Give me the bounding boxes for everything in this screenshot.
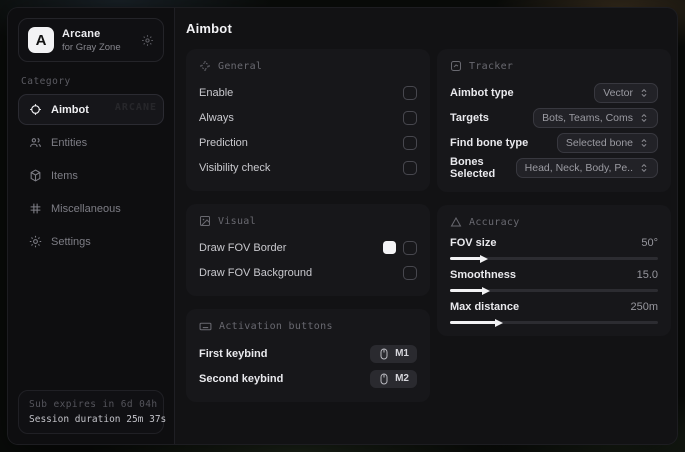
sub-expires-text: Sub expires in 6d 04h bbox=[29, 399, 158, 410]
visibility-check-checkbox[interactable] bbox=[403, 160, 417, 175]
gear-icon[interactable] bbox=[141, 34, 154, 47]
app-logo: A bbox=[28, 27, 54, 53]
image-icon bbox=[199, 215, 211, 227]
slider-thumb[interactable] bbox=[482, 286, 491, 295]
panel-visual: Visual Draw FOV Border Draw FOV Backgrou… bbox=[186, 204, 430, 296]
sidebar-item-entities[interactable]: Entities bbox=[18, 127, 164, 158]
enable-checkbox[interactable] bbox=[403, 85, 417, 100]
chevron-updown-icon bbox=[639, 88, 649, 98]
panel-title: Activation buttons bbox=[219, 321, 333, 332]
bones-selected-dropdown[interactable]: Head, Neck, Body, Pe.. bbox=[515, 158, 658, 178]
setting-row-enable: Enable bbox=[199, 81, 417, 104]
sidebar-item-label: Miscellaneous bbox=[51, 202, 121, 215]
setting-row-second-keybind: Second keybind M2 bbox=[199, 367, 417, 390]
subscription-card: Sub expires in 6d 04h Session duration 2… bbox=[18, 390, 167, 434]
app-window: A Arcane for Gray Zone Category Aimbot A… bbox=[8, 8, 677, 444]
target-icon bbox=[450, 60, 462, 72]
sidebar-item-label: Settings bbox=[51, 235, 91, 248]
brand-card: A Arcane for Gray Zone bbox=[18, 18, 164, 62]
setting-row-always: Always bbox=[199, 106, 417, 129]
max-distance-value: 250m bbox=[630, 301, 658, 313]
panel-title: Tracker bbox=[469, 60, 514, 72]
triangle-icon bbox=[450, 216, 462, 228]
slider-thumb[interactable] bbox=[480, 254, 489, 263]
sidebar-item-label: Aimbot bbox=[51, 103, 89, 116]
max-distance-slider[interactable] bbox=[450, 318, 658, 327]
panel-tracker: Tracker Aimbot type Vector Targets Bots,… bbox=[437, 49, 671, 192]
slider-fov-size: FOV size 50° bbox=[450, 237, 658, 263]
keyboard-icon bbox=[199, 320, 212, 333]
first-keybind-button[interactable]: M1 bbox=[370, 344, 417, 363]
slider-smoothness: Smoothness 15.0 bbox=[450, 269, 658, 295]
prediction-checkbox[interactable] bbox=[403, 135, 417, 150]
find-bone-type-dropdown[interactable]: Selected bone bbox=[556, 132, 658, 153]
slider-max-distance: Max distance 250m bbox=[450, 301, 658, 327]
mouse-icon bbox=[378, 373, 390, 385]
items-icon bbox=[28, 169, 42, 182]
fov-border-color-swatch[interactable] bbox=[383, 241, 396, 254]
fov-background-checkbox[interactable] bbox=[403, 265, 417, 280]
setting-row-find-bone-type: Find bone type Selected bone bbox=[450, 131, 658, 154]
fov-border-checkbox[interactable] bbox=[403, 240, 417, 255]
fov-size-value: 50° bbox=[641, 237, 658, 249]
sidebar-item-items[interactable]: Items bbox=[18, 160, 164, 191]
aimbot-type-dropdown[interactable]: Vector bbox=[594, 82, 658, 103]
app-name: Arcane bbox=[62, 27, 101, 40]
sidebar-item-aimbot[interactable]: Aimbot ARCANE bbox=[18, 94, 164, 125]
setting-row-prediction: Prediction bbox=[199, 131, 417, 154]
setting-row-fov-border: Draw FOV Border bbox=[199, 236, 417, 259]
panel-title: Accuracy bbox=[469, 216, 520, 228]
main-content: Aimbot General Enable Always Prediction … bbox=[175, 8, 677, 444]
chevron-updown-icon bbox=[639, 163, 649, 173]
misc-icon bbox=[28, 202, 42, 215]
smoothness-slider[interactable] bbox=[450, 286, 658, 295]
session-duration-text: Session duration 25m 37s bbox=[29, 414, 167, 425]
panel-general: General Enable Always Prediction Visibil… bbox=[186, 49, 430, 191]
crosshair-icon bbox=[199, 60, 211, 72]
setting-row-bones-selected: Bones Selected Head, Neck, Body, Pe.. bbox=[450, 156, 658, 180]
sidebar-item-label: Items bbox=[51, 169, 78, 182]
crosshair-icon bbox=[28, 103, 42, 116]
chevron-updown-icon bbox=[639, 113, 649, 123]
mouse-icon bbox=[378, 348, 390, 360]
sidebar: A Arcane for Gray Zone Category Aimbot A… bbox=[8, 8, 175, 444]
chevron-updown-icon bbox=[639, 138, 649, 148]
sidebar-item-label: Entities bbox=[51, 136, 88, 149]
app-subtitle: for Gray Zone bbox=[62, 41, 121, 53]
panel-activation-buttons: Activation buttons First keybind M1 Seco… bbox=[186, 309, 430, 402]
category-label: Category bbox=[21, 76, 71, 87]
setting-row-targets: Targets Bots, Teams, Coms bbox=[450, 106, 658, 129]
page-title: Aimbot bbox=[186, 21, 232, 36]
smoothness-value: 15.0 bbox=[636, 269, 658, 281]
setting-row-aimbot-type: Aimbot type Vector bbox=[450, 81, 658, 104]
sidebar-item-miscellaneous[interactable]: Miscellaneous bbox=[18, 193, 164, 224]
watermark: ARCANE bbox=[114, 102, 157, 113]
setting-row-fov-background: Draw FOV Background bbox=[199, 261, 417, 284]
setting-row-first-keybind: First keybind M1 bbox=[199, 342, 417, 365]
panel-accuracy: Accuracy FOV size 50° Smoothness 15.0 Ma… bbox=[437, 205, 671, 336]
panel-title: Visual bbox=[218, 215, 256, 227]
sidebar-nav: Aimbot ARCANE Entities Items Miscellaneo… bbox=[18, 94, 164, 257]
panel-title: General bbox=[218, 60, 263, 72]
second-keybind-button[interactable]: M2 bbox=[370, 369, 417, 388]
entities-icon bbox=[28, 136, 42, 149]
slider-thumb[interactable] bbox=[494, 318, 503, 327]
targets-dropdown[interactable]: Bots, Teams, Coms bbox=[533, 107, 658, 128]
always-checkbox[interactable] bbox=[403, 110, 417, 125]
sidebar-item-settings[interactable]: Settings bbox=[18, 226, 164, 257]
gear-icon bbox=[28, 235, 42, 248]
setting-row-visibility-check: Visibility check bbox=[199, 156, 417, 179]
fov-size-slider[interactable] bbox=[450, 254, 658, 263]
